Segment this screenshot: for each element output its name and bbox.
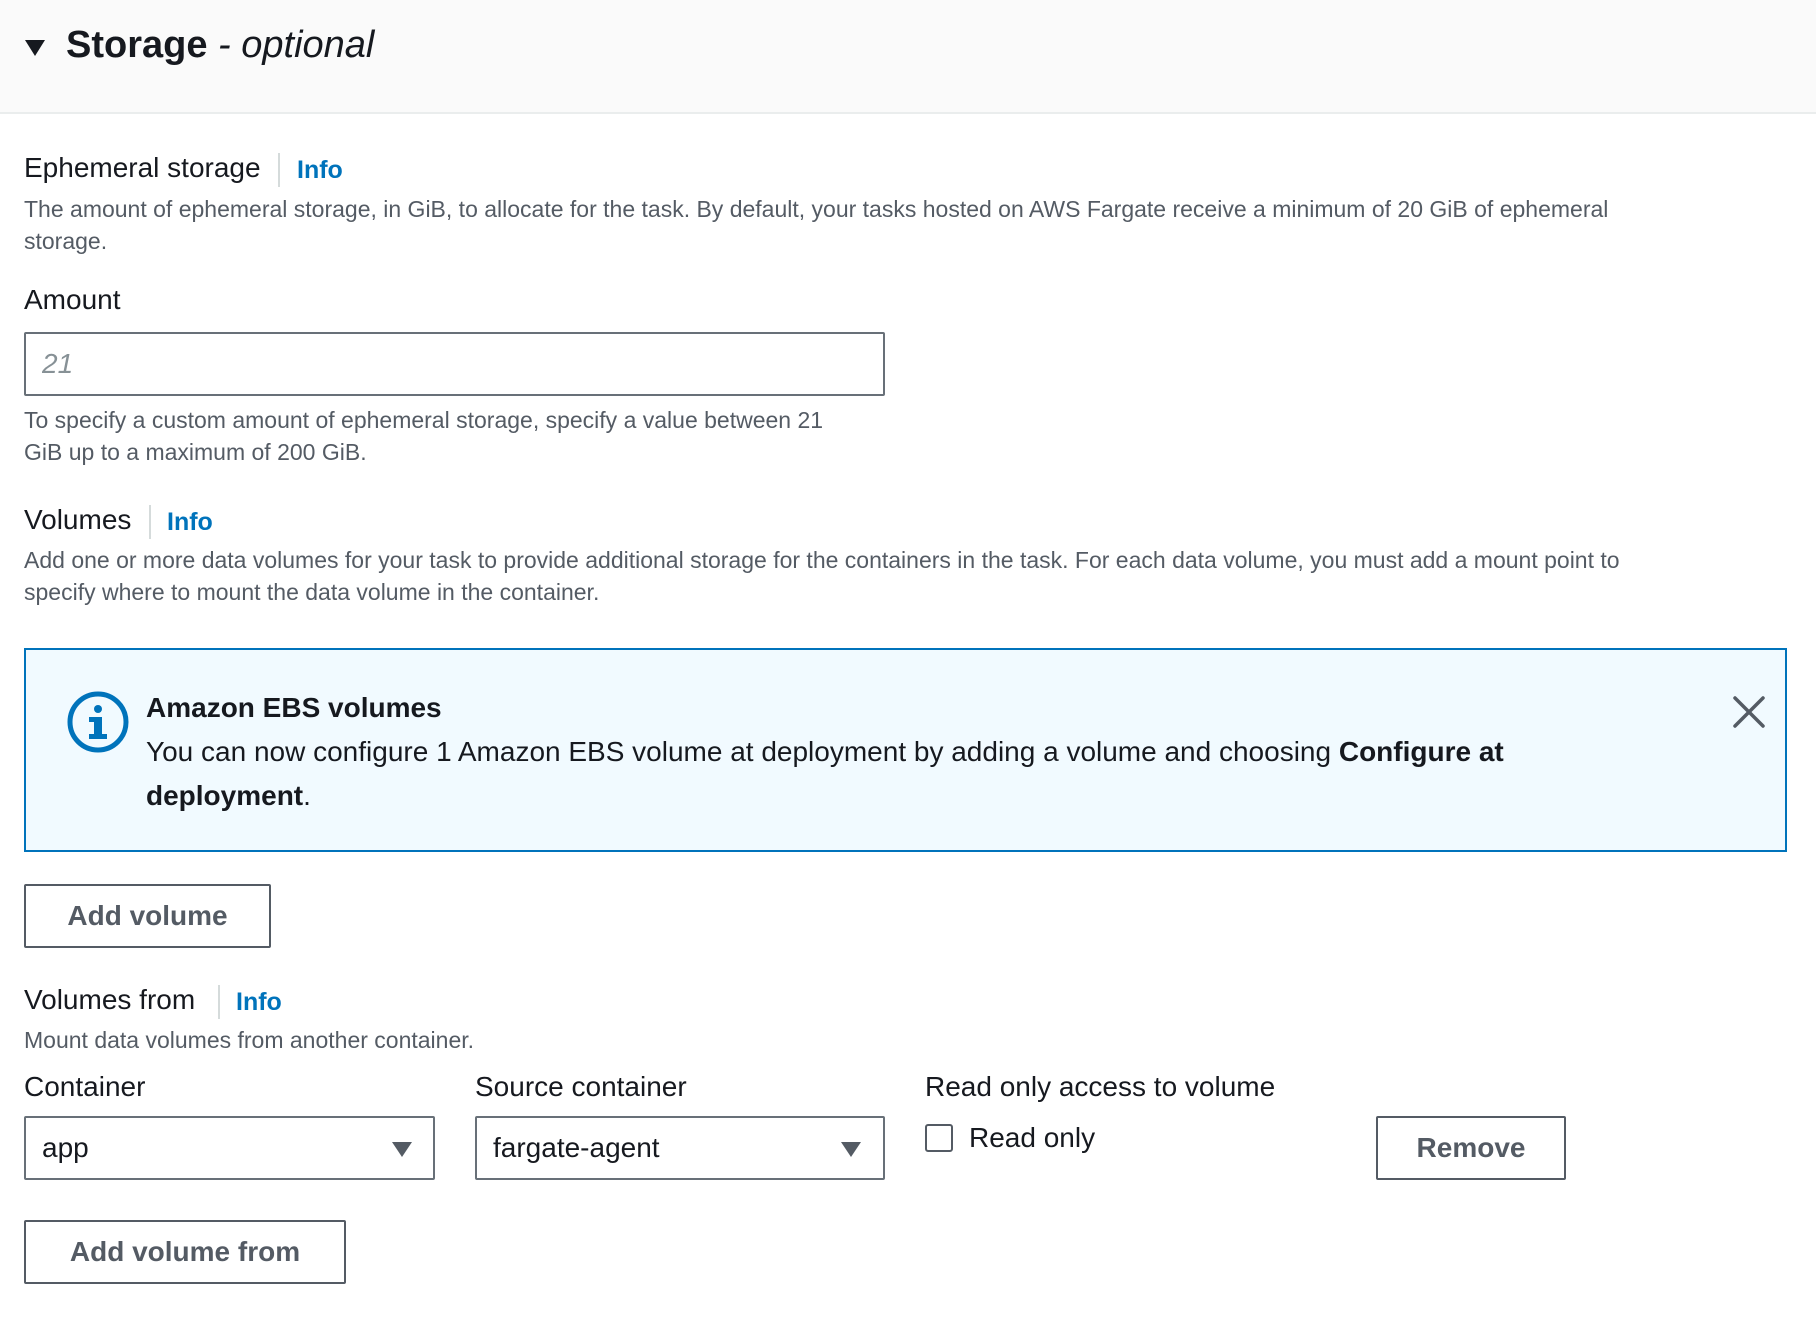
caret-down-icon xyxy=(841,1142,861,1157)
container-label: Container xyxy=(24,1071,146,1102)
ephemeral-info-link[interactable]: Info xyxy=(297,156,343,185)
alert-title: Amazon EBS volumes xyxy=(146,692,442,723)
ebs-info-alert: Amazon EBS volumes You can now configure… xyxy=(24,648,1787,852)
source-container-select-value: fargate-agent xyxy=(493,1132,660,1163)
amount-hint: To specify a custom amount of ephemeral … xyxy=(24,407,824,433)
volumes-from-label: Volumes from xyxy=(24,984,196,1015)
volumes-info-link[interactable]: Info xyxy=(167,508,213,537)
divider xyxy=(218,985,220,1019)
ephemeral-storage-label: Ephemeral storage xyxy=(24,152,261,183)
amount-input[interactable] xyxy=(24,332,885,396)
read-only-access-label: Read only access to volume xyxy=(925,1071,1276,1102)
section-title-suffix: - optional xyxy=(207,24,375,66)
divider xyxy=(278,153,280,187)
section-header[interactable]: Storage - optional xyxy=(0,0,1816,114)
caret-down-icon xyxy=(392,1142,412,1157)
source-container-label: Source container xyxy=(475,1071,687,1102)
remove-button[interactable]: Remove xyxy=(1376,1116,1566,1180)
ephemeral-description-cont: storage. xyxy=(24,228,108,254)
amount-label: Amount xyxy=(24,284,121,315)
read-only-checkbox[interactable] xyxy=(925,1124,953,1152)
volumes-label: Volumes xyxy=(24,504,132,535)
volumes-from-description: Mount data volumes from another containe… xyxy=(24,1027,475,1053)
ephemeral-description: The amount of ephemeral storage, in GiB,… xyxy=(24,196,1609,222)
add-volume-from-button[interactable]: Add volume from xyxy=(24,1220,346,1284)
container-select-value: app xyxy=(42,1132,89,1163)
add-volume-button[interactable]: Add volume xyxy=(24,884,271,948)
container-select[interactable]: app xyxy=(24,1116,435,1180)
info-circle-icon xyxy=(67,691,129,753)
amount-hint-cont: GiB up to a maximum of 200 GiB. xyxy=(24,439,367,465)
section-title: Storage - optional xyxy=(66,24,375,66)
volumes-description: Add one or more data volumes for your ta… xyxy=(24,547,1620,573)
source-container-select[interactable]: fargate-agent xyxy=(475,1116,885,1180)
read-only-checkbox-label[interactable]: Read only xyxy=(969,1122,1095,1154)
divider xyxy=(149,505,151,539)
volumes-from-info-link[interactable]: Info xyxy=(236,988,282,1017)
alert-body: You can now configure 1 Amazon EBS volum… xyxy=(146,736,1504,811)
caret-down-icon[interactable] xyxy=(23,38,47,58)
volumes-description-cont: specify where to mount the data volume i… xyxy=(24,579,600,605)
close-icon[interactable] xyxy=(1731,694,1767,730)
